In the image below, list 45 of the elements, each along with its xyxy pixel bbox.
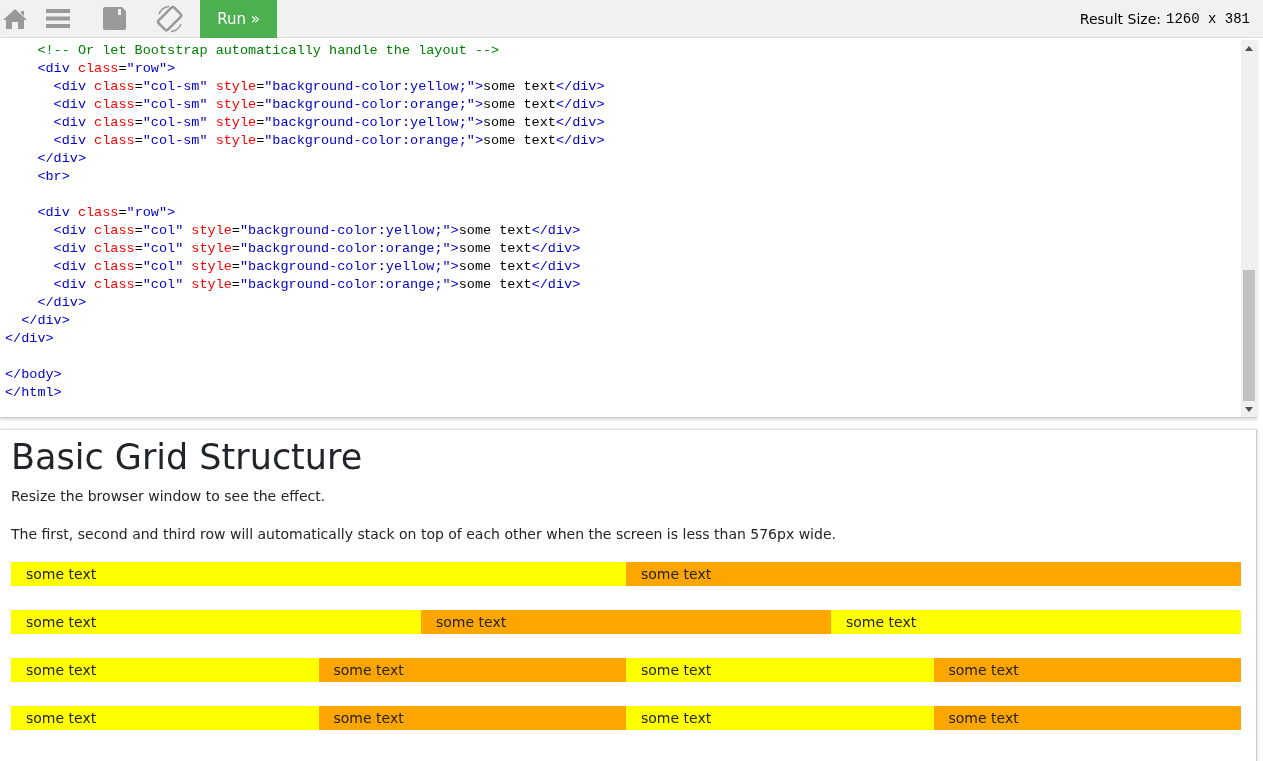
grid-column: some text bbox=[11, 562, 626, 586]
code-line: </div> bbox=[36, 150, 86, 168]
grid-column: some text bbox=[933, 706, 1241, 730]
grid-column: some text bbox=[626, 658, 934, 682]
code-line: <div class="col-sm" style="background-color:orange;">some text</div> bbox=[52, 132, 605, 150]
menu-icon[interactable] bbox=[46, 9, 70, 28]
code-line: <br> bbox=[36, 168, 70, 186]
grid-column: some text bbox=[318, 658, 626, 682]
code-line: <div class="col" style="background-color:orange;">some text</div> bbox=[52, 276, 581, 294]
grid-column: some text bbox=[626, 562, 1241, 586]
run-button[interactable]: Run » bbox=[200, 0, 277, 38]
save-icon[interactable] bbox=[102, 7, 126, 30]
scrollbar-thumb[interactable] bbox=[1243, 270, 1255, 401]
grid-column: some text bbox=[421, 610, 831, 634]
code-line: <div class="col" style="background-color:orange;">some text</div> bbox=[52, 240, 581, 258]
code-line: <div class="row"> bbox=[36, 204, 176, 222]
code-line: </div> bbox=[20, 312, 70, 330]
grid-column: some text bbox=[11, 706, 319, 730]
code-line: </html> bbox=[5, 384, 62, 402]
code-line: <div class="col-sm" style="background-color:yellow;">some text</div> bbox=[52, 78, 605, 96]
grid-column: some text bbox=[933, 658, 1241, 682]
scrollbar[interactable] bbox=[1241, 40, 1257, 417]
code-line: <div class="col" style="background-color:yellow;">some text</div> bbox=[52, 258, 581, 276]
code-line: </div> bbox=[36, 294, 86, 312]
grid-column: some text bbox=[11, 610, 421, 634]
grid-column: some text bbox=[11, 658, 319, 682]
result-size-label: Result Size: bbox=[1079, 10, 1161, 27]
result-size-value: 1260 x 381 bbox=[1166, 10, 1250, 27]
code-line: </div> bbox=[5, 330, 54, 348]
scroll-down-icon[interactable] bbox=[1245, 406, 1253, 412]
code-line: <!-- Or let Bootstrap automatically handle the layout --> bbox=[36, 42, 500, 60]
grid-column: some text bbox=[626, 706, 934, 730]
paragraph: The first, second and third row will automatically stack on top of each other when the screen is less than 576px wide. bbox=[11, 525, 837, 544]
home-icon[interactable] bbox=[2, 7, 28, 30]
paragraph: Resize the browser window to see the effect. bbox=[11, 487, 327, 506]
grid-column: some text bbox=[831, 610, 1241, 634]
scroll-up-icon[interactable] bbox=[1245, 45, 1253, 51]
code-line: </body> bbox=[5, 366, 62, 384]
page-heading: Basic Grid Structure bbox=[11, 436, 364, 479]
code-line: <div class="col-sm" style="background-color:yellow;">some text</div> bbox=[52, 114, 605, 132]
rotate-device-icon[interactable] bbox=[155, 3, 185, 34]
code-line: <div class="col" style="background-color:yellow;">some text</div> bbox=[52, 222, 581, 240]
grid-column: some text bbox=[318, 706, 626, 730]
code-line: <div class="col-sm" style="background-color:orange;">some text</div> bbox=[52, 96, 605, 114]
code-line: <div class="row"> bbox=[36, 60, 176, 78]
